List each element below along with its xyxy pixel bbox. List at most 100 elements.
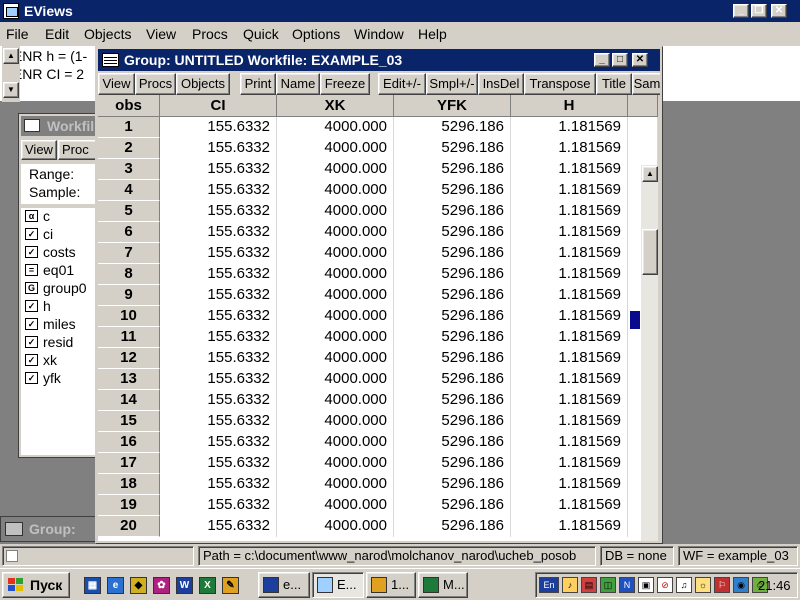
table-cell[interactable]: 4000.000 xyxy=(277,453,394,474)
column-header-ci[interactable]: CI xyxy=(160,95,277,117)
row-header[interactable]: 12 xyxy=(98,348,160,369)
column-header-xk[interactable]: XK xyxy=(277,95,394,117)
row-header[interactable]: 19 xyxy=(98,495,160,516)
table-cell[interactable]: 5296.186 xyxy=(394,390,511,411)
table-cell[interactable]: 155.6332 xyxy=(160,264,277,285)
table-cell[interactable]: 4000.000 xyxy=(277,390,394,411)
menu-procs[interactable]: Procs xyxy=(192,26,228,42)
table-cell[interactable]: 1.181569 xyxy=(511,285,628,306)
command-scrollbar[interactable]: ▲ ▼ xyxy=(2,46,20,102)
table-cell[interactable]: 155.6332 xyxy=(160,285,277,306)
table-cell[interactable]: 4000.000 xyxy=(277,369,394,390)
table-cell[interactable]: 4000.000 xyxy=(277,348,394,369)
restore-button[interactable]: ❐ xyxy=(751,4,767,18)
antivirus-icon[interactable]: N xyxy=(619,577,635,593)
table-cell[interactable]: 5296.186 xyxy=(394,180,511,201)
row-header[interactable]: 3 xyxy=(98,159,160,180)
table-cell[interactable]: 155.6332 xyxy=(160,180,277,201)
group-minimize-button[interactable]: _ xyxy=(594,53,610,67)
freeze-button[interactable]: Freeze xyxy=(320,73,370,95)
task-excel[interactable]: M... xyxy=(418,572,468,598)
table-cell[interactable]: 4000.000 xyxy=(277,411,394,432)
row-header[interactable]: 18 xyxy=(98,474,160,495)
network-icon[interactable]: ◫ xyxy=(600,577,616,593)
table-cell[interactable]: 4000.000 xyxy=(277,516,394,537)
table-cell[interactable]: 4000.000 xyxy=(277,327,394,348)
excel-quicklaunch-icon[interactable]: X xyxy=(199,577,216,594)
table-cell[interactable]: 155.6332 xyxy=(160,348,277,369)
table-cell[interactable]: 1.181569 xyxy=(511,117,628,138)
media-player-icon[interactable]: ✿ xyxy=(153,577,170,594)
row-header[interactable]: 16 xyxy=(98,432,160,453)
table-cell[interactable]: 4000.000 xyxy=(277,201,394,222)
view-button[interactable]: View xyxy=(98,73,135,95)
procs-button[interactable]: Procs xyxy=(135,73,176,95)
table-cell[interactable]: 1.181569 xyxy=(511,138,628,159)
row-header[interactable]: 17 xyxy=(98,453,160,474)
table-cell[interactable]: 5296.186 xyxy=(394,243,511,264)
table-cell[interactable]: 5296.186 xyxy=(394,222,511,243)
table-cell[interactable]: 1.181569 xyxy=(511,264,628,285)
table-cell[interactable]: 4000.000 xyxy=(277,264,394,285)
grid-vertical-scrollbar[interactable]: ▲ ▼ xyxy=(641,165,658,541)
column-header-h[interactable]: H xyxy=(511,95,628,117)
table-cell[interactable]: 4000.000 xyxy=(277,180,394,201)
table-cell[interactable]: 5296.186 xyxy=(394,348,511,369)
calendar-icon[interactable]: ▤ xyxy=(581,577,597,593)
table-cell[interactable]: 5296.186 xyxy=(394,453,511,474)
scroll-down-arrow-icon[interactable]: ▼ xyxy=(3,82,19,98)
menu-options[interactable]: Options xyxy=(292,26,340,42)
row-header[interactable]: 8 xyxy=(98,264,160,285)
table-cell[interactable]: 5296.186 xyxy=(394,285,511,306)
vertical-scroll-thumb[interactable] xyxy=(642,229,658,275)
spreadsheet-grid[interactable]: obs CI XK YFK H 1 155.6332 4000.000 5296.18… xyxy=(98,95,658,541)
menu-edit[interactable]: Edit xyxy=(45,26,69,42)
menu-quick[interactable]: Quick xyxy=(243,26,279,42)
minimize-button[interactable]: _ xyxy=(733,4,749,18)
table-cell[interactable]: 4000.000 xyxy=(277,222,394,243)
row-header[interactable]: 9 xyxy=(98,285,160,306)
internet-explorer-icon[interactable]: e xyxy=(107,577,124,594)
row-header[interactable]: 15 xyxy=(98,411,160,432)
table-cell[interactable]: 155.6332 xyxy=(160,138,277,159)
table-cell[interactable]: 155.6332 xyxy=(160,222,277,243)
edit-toggle-button[interactable]: Edit+/- xyxy=(378,73,426,95)
table-cell[interactable]: 5296.186 xyxy=(394,306,511,327)
table-cell[interactable]: 5296.186 xyxy=(394,201,511,222)
row-header[interactable]: 2 xyxy=(98,138,160,159)
table-cell[interactable]: 155.6332 xyxy=(160,453,277,474)
table-cell[interactable]: 1.181569 xyxy=(511,159,628,180)
table-cell[interactable]: 4000.000 xyxy=(277,474,394,495)
table-cell[interactable]: 5296.186 xyxy=(394,516,511,537)
group-maximize-button[interactable]: □ xyxy=(612,53,628,67)
smpl-toggle-button[interactable]: Smpl+/- xyxy=(426,73,478,95)
sample-button[interactable]: Sam xyxy=(632,73,660,95)
row-header[interactable]: 13 xyxy=(98,369,160,390)
table-cell[interactable]: 1.181569 xyxy=(511,327,628,348)
table-cell[interactable]: 4000.000 xyxy=(277,117,394,138)
globe-icon[interactable]: ◉ xyxy=(733,577,749,593)
transpose-button[interactable]: Transpose xyxy=(524,73,596,95)
row-header[interactable]: 7 xyxy=(98,243,160,264)
table-cell[interactable]: 1.181569 xyxy=(511,390,628,411)
table-cell[interactable]: 155.6332 xyxy=(160,474,277,495)
workfile-procs-button[interactable]: Proc xyxy=(58,140,98,160)
table-cell[interactable]: 1.181569 xyxy=(511,180,628,201)
group-close-button[interactable]: ✕ xyxy=(632,53,648,67)
table-cell[interactable]: 5296.186 xyxy=(394,411,511,432)
word-quicklaunch-icon[interactable]: W xyxy=(176,577,193,594)
table-cell[interactable]: 4000.000 xyxy=(277,285,394,306)
start-button[interactable]: Пуск xyxy=(2,572,70,598)
table-cell[interactable] xyxy=(628,138,658,159)
table-cell[interactable]: 1.181569 xyxy=(511,306,628,327)
menu-view[interactable]: View xyxy=(146,26,176,42)
table-cell[interactable]: 155.6332 xyxy=(160,495,277,516)
table-cell[interactable]: 1.181569 xyxy=(511,222,628,243)
task-word[interactable]: e... xyxy=(258,572,310,598)
table-cell[interactable]: 4000.000 xyxy=(277,432,394,453)
table-cell[interactable]: 155.6332 xyxy=(160,432,277,453)
workfile-view-button[interactable]: View xyxy=(21,140,57,160)
table-cell[interactable]: 1.181569 xyxy=(511,432,628,453)
minimized-group-window[interactable]: Group: xyxy=(0,516,110,542)
volume-icon[interactable]: ♪ xyxy=(562,577,578,593)
